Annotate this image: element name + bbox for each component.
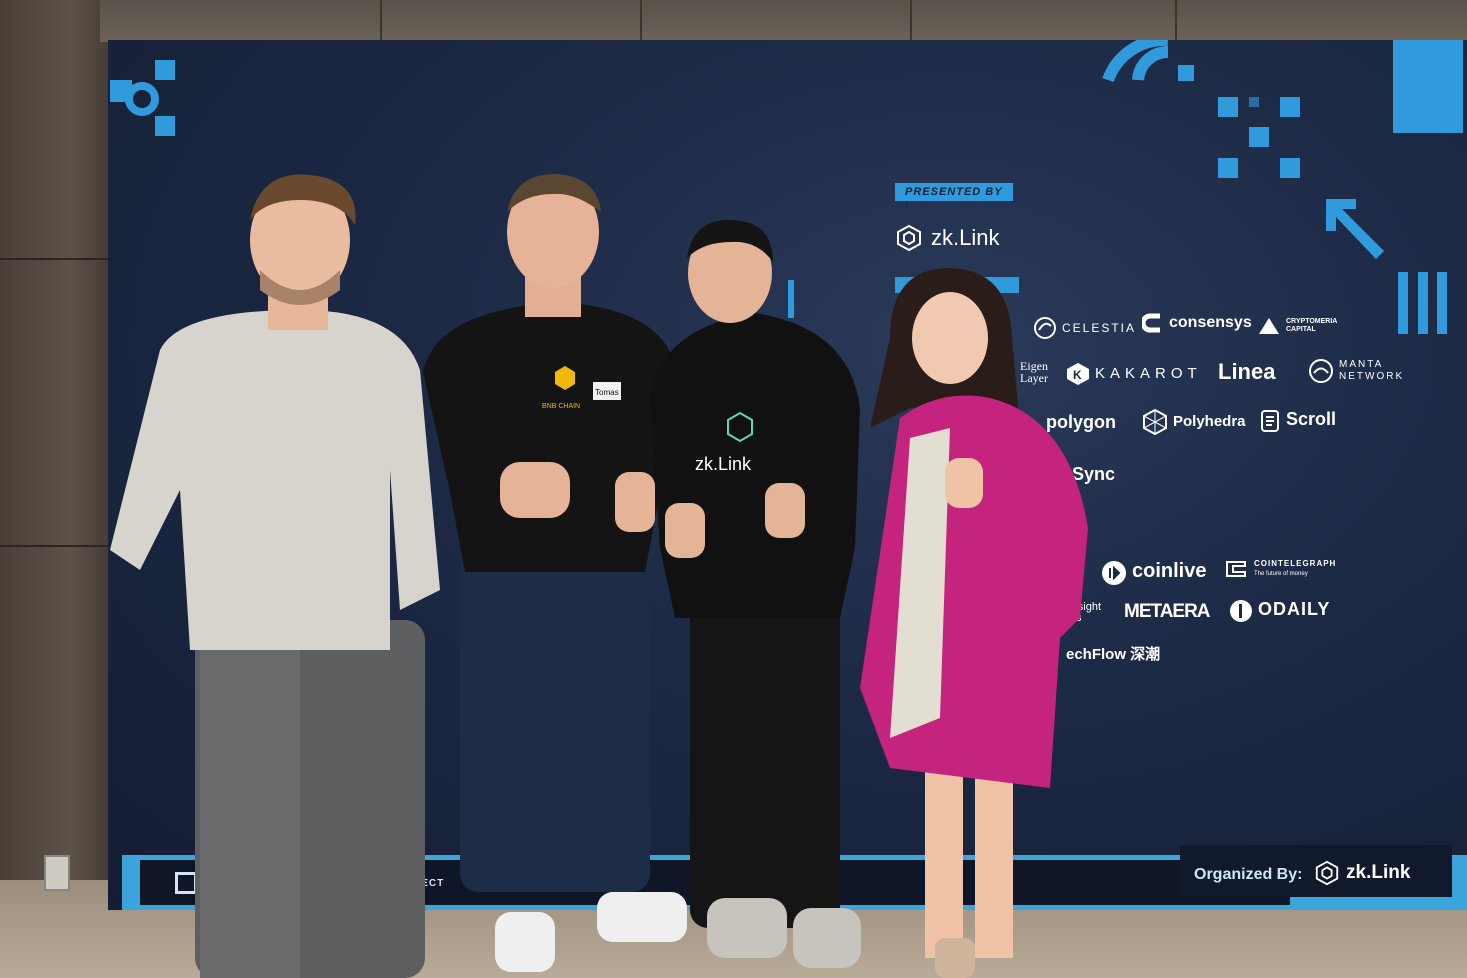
odaily-icon — [1230, 600, 1252, 622]
person-2-hand — [500, 462, 570, 518]
organizer-logo: zk.Link — [1314, 860, 1410, 886]
wall-outlet — [44, 855, 70, 891]
cointelegraph-icon — [1226, 561, 1246, 577]
deco-block — [1393, 40, 1463, 133]
presenter-name: zk.Link — [931, 225, 1000, 250]
deco-block — [155, 116, 175, 136]
polyhedra-icon — [1143, 409, 1167, 435]
sponsor-cryptomeria: CRYPTOMERIA CAPITAL — [1257, 314, 1337, 338]
organizer-name: zk.Link — [1346, 862, 1411, 883]
ceiling-panels — [100, 0, 1467, 42]
scroll-icon — [1261, 410, 1279, 432]
cryptomeria-icon — [1259, 318, 1279, 334]
person-2-jeans — [460, 552, 650, 892]
sponsor-scroll: Scroll — [1259, 409, 1336, 433]
sponsor-consensys: consensys — [1142, 312, 1252, 334]
sponsor-manta: MANTA NETWORK — [1308, 358, 1404, 384]
person-4 — [860, 268, 1088, 978]
media-coinlive: coinlive — [1101, 560, 1206, 586]
person-3-hoodie — [650, 313, 860, 618]
manta-icon — [1309, 359, 1333, 383]
deco-ring — [125, 82, 159, 116]
sponsor-linea: Linea — [1218, 359, 1276, 384]
zklink-icon — [1315, 860, 1339, 886]
person-3-shoe — [707, 898, 787, 958]
deco-block — [155, 60, 175, 80]
person-1-sweater — [110, 310, 440, 650]
media-cointelegraph: COINTELEGRAPH The future of money — [1225, 558, 1336, 580]
shirt-logo-text: zk.Link — [695, 454, 752, 474]
presenter-logo: zk.Link — [895, 224, 999, 252]
zklink-icon — [897, 224, 921, 252]
person-3-pants — [690, 598, 840, 928]
person-4-leg — [925, 768, 963, 958]
coinlive-icon — [1102, 561, 1126, 585]
person-1 — [110, 174, 440, 978]
media-metaera: METAERA — [1124, 601, 1211, 622]
organized-by-label: Organized By: — [1194, 866, 1303, 883]
media-odaily: ODAILY — [1229, 599, 1330, 623]
arrow-up-left-icon — [1326, 199, 1384, 259]
shirt-logo-text: BNB CHAIN — [542, 403, 580, 410]
photo-scene: PRESENTED BY : zk.Link Y : IN CELESTIA c… — [0, 0, 1467, 978]
presented-by-label: PRESENTED BY : — [895, 183, 1013, 210]
name-badge-text: Tomas — [595, 388, 619, 397]
person-3: zk.Link — [650, 219, 861, 968]
person-4-face — [912, 292, 988, 384]
person-4-hand — [945, 458, 983, 508]
sponsor-polyhedra: Polyhedra — [1142, 409, 1246, 435]
wifi-arc-icon — [1102, 40, 1194, 82]
consensys-icon — [1142, 313, 1160, 333]
